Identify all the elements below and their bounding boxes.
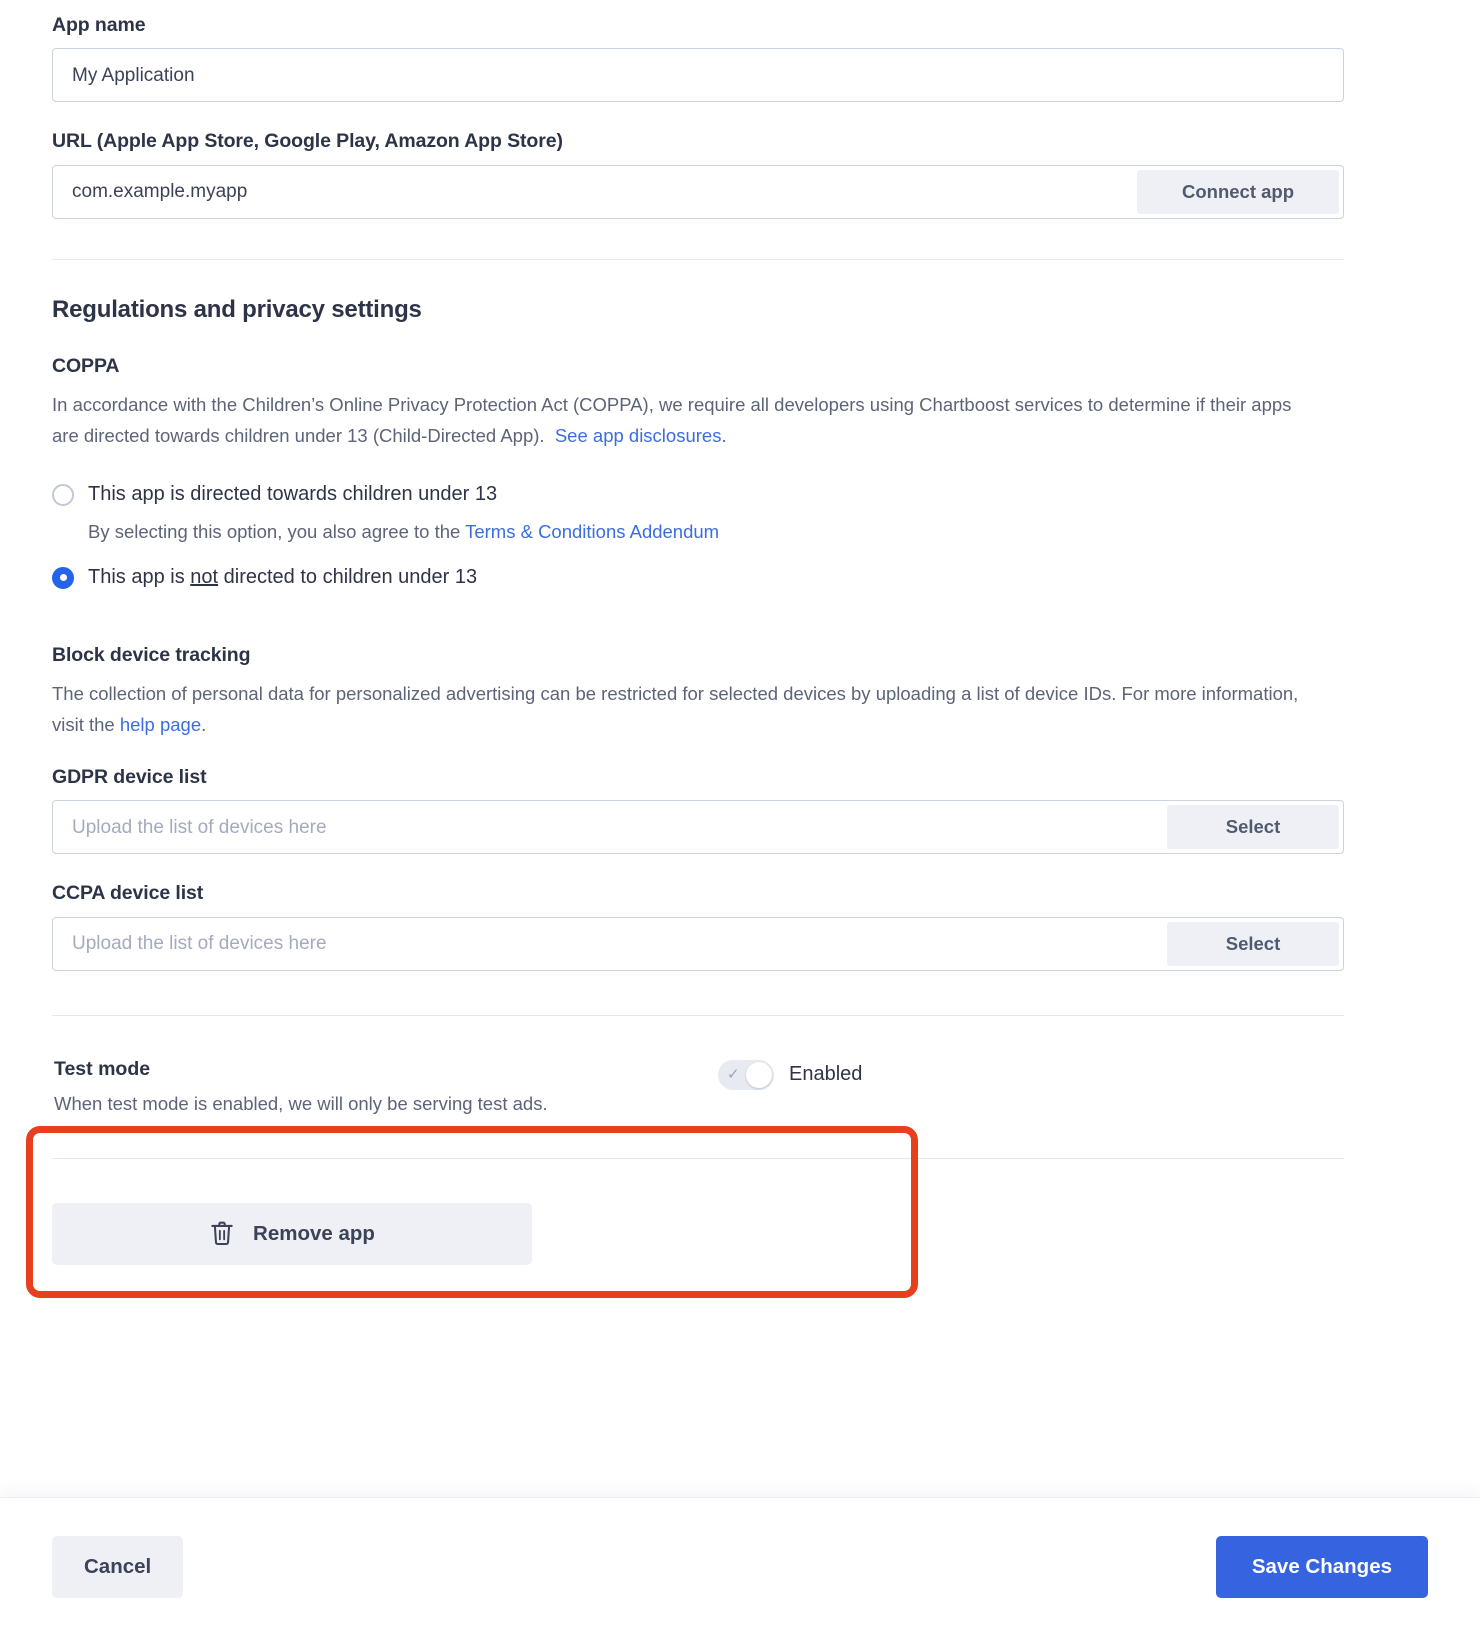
coppa-option-not-directed[interactable]: This app is not directed to children und… (52, 563, 1428, 592)
coppa-option-directed[interactable]: This app is directed towards children un… (52, 480, 1428, 509)
see-app-disclosures-link[interactable]: See app disclosures (555, 425, 722, 446)
radio-icon-unselected[interactable] (52, 483, 74, 506)
divider-test-mode (52, 1014, 1344, 1016)
label-after: directed to children under 13 (218, 565, 478, 588)
connect-app-button[interactable]: Connect app (1137, 169, 1339, 214)
test-mode-section: Test mode When test mode is enabled, we … (52, 1058, 1344, 1119)
check-icon: ✓ (727, 1066, 740, 1084)
block-device-tracking-title: Block device tracking (52, 643, 251, 666)
app-name-value: My Application (72, 64, 195, 86)
app-name-label: App name (52, 14, 146, 36)
help-page-link[interactable]: help page (120, 714, 201, 735)
radio-icon-selected[interactable] (52, 566, 74, 589)
app-name-field-group: App name My Application (52, 14, 1428, 103)
ccpa-placeholder: Upload the list of devices here (72, 933, 327, 955)
coppa-description: In accordance with the Children’s Online… (52, 389, 1302, 451)
divider-remove-app (52, 1158, 1344, 1160)
terms-conditions-addendum-link[interactable]: Terms & Conditions Addendum (465, 521, 719, 542)
divider-top (52, 258, 1344, 260)
coppa-subtext-prefix: By selecting this option, you also agree… (88, 520, 466, 542)
test-mode-toggle[interactable]: ✓ (718, 1059, 774, 1090)
gdpr-device-list-label: GDPR device list (52, 765, 207, 788)
gdpr-select-button[interactable]: Select (1167, 805, 1339, 850)
remove-app-label: Remove app (253, 1222, 375, 1246)
app-name-input[interactable]: My Application (52, 48, 1344, 103)
coppa-option-not-directed-label: This app is not directed to children und… (88, 563, 477, 592)
ccpa-device-list-input[interactable]: Upload the list of devices here Select (52, 916, 1344, 971)
test-mode-toggle-label: Enabled (789, 1063, 863, 1086)
url-input[interactable]: com.example.myapp Connect app (52, 164, 1344, 219)
block-tracking-period: . (201, 713, 207, 735)
url-label: URL (Apple App Store, Google Play, Amazo… (52, 130, 563, 153)
gdpr-device-list-input[interactable]: Upload the list of devices here Select (52, 800, 1344, 855)
ccpa-device-list-label: CCPA device list (52, 882, 204, 905)
coppa-radio-group: This app is directed towards children un… (52, 480, 1428, 592)
ccpa-field-group: CCPA device list Upload the list of devi… (52, 882, 1428, 971)
cancel-button[interactable]: Cancel (52, 1536, 184, 1598)
trash-icon (209, 1220, 235, 1248)
test-mode-toggle-area[interactable]: ✓ Enabled (718, 1058, 862, 1090)
coppa-option-directed-label: This app is directed towards children un… (88, 482, 498, 505)
regulations-section-title: Regulations and privacy settings (52, 295, 422, 323)
coppa-title: COPPA (52, 354, 120, 377)
ccpa-select-button[interactable]: Select (1167, 921, 1339, 966)
block-device-tracking-description: The collection of personal data for pers… (52, 678, 1332, 740)
app-settings-page: App name My Application URL (Apple App S… (0, 0, 1480, 1652)
coppa-description-period: . (721, 424, 727, 446)
block-tracking-text: The collection of personal data for pers… (52, 682, 1299, 735)
url-value: com.example.myapp (72, 181, 248, 203)
save-changes-button[interactable]: Save Changes (1215, 1536, 1428, 1598)
label-emphasis-not: not (190, 565, 219, 588)
remove-app-button[interactable]: Remove app (52, 1203, 532, 1266)
coppa-option-directed-subtext: By selecting this option, you also agree… (88, 519, 1428, 545)
test-mode-description: When test mode is enabled, we will only … (54, 1092, 548, 1114)
gdpr-placeholder: Upload the list of devices here (72, 816, 327, 838)
toggle-knob (746, 1061, 772, 1088)
url-field-group: URL (Apple App Store, Google Play, Amazo… (52, 130, 1428, 219)
footer-action-bar: Cancel Save Changes (0, 1497, 1480, 1652)
gdpr-field-group: GDPR device list Upload the list of devi… (52, 765, 1428, 855)
test-mode-title: Test mode (54, 1057, 151, 1080)
settings-content: App name My Application URL (Apple App S… (0, 0, 1480, 1266)
label-before: This app is (88, 565, 191, 588)
